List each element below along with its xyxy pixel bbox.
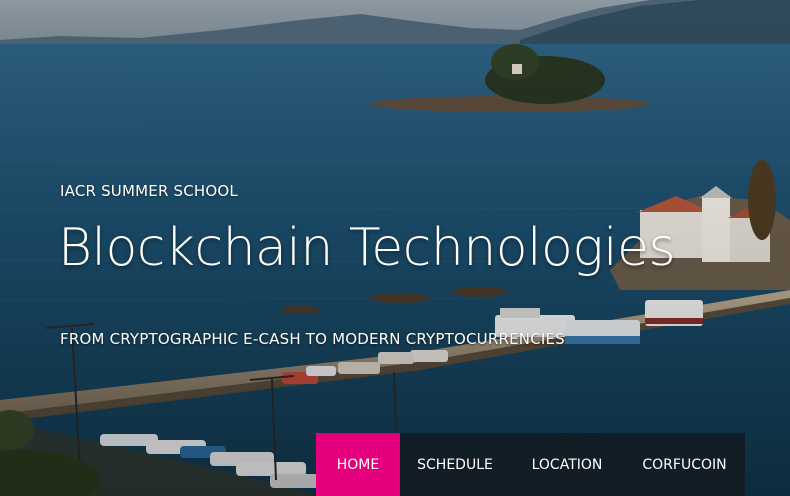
hero-banner: IACR SUMMER SCHOOL Blockchain Technologi… — [0, 0, 790, 496]
hero-eyebrow: IACR SUMMER SCHOOL — [60, 182, 238, 200]
nav-item-corfucoin[interactable]: CORFUCOIN — [624, 433, 745, 496]
nav-item-home[interactable]: HOME — [316, 433, 400, 496]
hero-title: Blockchain Technologies — [58, 218, 676, 278]
hero-tagline: FROM CRYPTOGRAPHIC E-CASH TO MODERN CRYP… — [60, 330, 565, 348]
nav-item-location[interactable]: LOCATION — [510, 433, 624, 496]
nav-item-schedule[interactable]: SCHEDULE — [400, 433, 510, 496]
main-navigation: HOME SCHEDULE LOCATION CORFUCOIN — [316, 433, 745, 496]
